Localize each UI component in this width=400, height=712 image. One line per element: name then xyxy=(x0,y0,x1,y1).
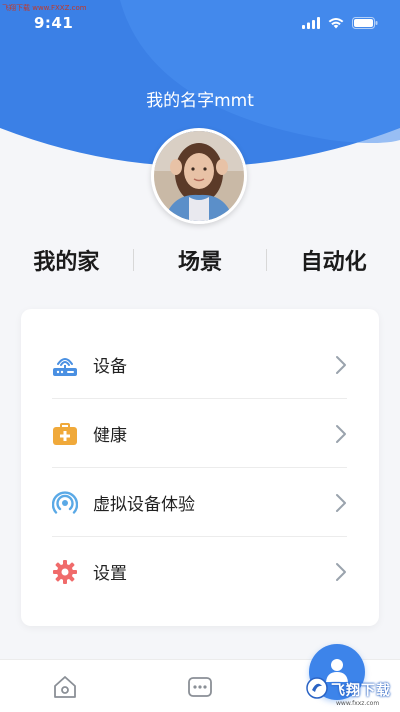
broadcast-icon xyxy=(52,490,78,516)
watermark-text: 飞翔下载 xyxy=(331,683,391,699)
menu-item-label: 设置 xyxy=(93,564,127,584)
profile-name: 我的名字mmt xyxy=(146,91,254,111)
watermark-logo-icon xyxy=(306,677,328,703)
menu-item-virtual-device[interactable]: 虚拟设备体验 xyxy=(21,468,379,537)
menu-item-devices[interactable]: 设备 xyxy=(21,330,379,399)
router-icon xyxy=(52,352,78,378)
menu-card: 设备 健康 虚拟设备体验 设置 xyxy=(21,309,379,626)
message-icon[interactable] xyxy=(187,674,213,700)
menu-item-health[interactable]: 健康 xyxy=(21,399,379,468)
medical-kit-icon xyxy=(52,421,78,447)
gear-icon xyxy=(52,559,78,585)
chevron-right-icon xyxy=(335,493,347,513)
chevron-right-icon xyxy=(335,355,347,375)
home-tabs: 我的家 场景 自动化 xyxy=(0,240,400,280)
menu-item-settings[interactable]: 设置 xyxy=(21,537,379,606)
menu-item-label: 虚拟设备体验 xyxy=(93,495,195,515)
home-icon[interactable] xyxy=(52,674,78,700)
signal-icon xyxy=(302,14,320,33)
menu-item-label: 设备 xyxy=(93,357,127,377)
wifi-icon xyxy=(328,14,344,33)
watermark-url: www.fxxz.com xyxy=(336,700,380,707)
status-bar: 9:41 xyxy=(0,0,400,46)
menu-item-label: 健康 xyxy=(93,426,127,446)
battery-icon xyxy=(352,14,378,33)
chevron-right-icon xyxy=(335,424,347,444)
tab-scenes[interactable]: 场景 xyxy=(134,244,267,276)
tab-my-home[interactable]: 我的家 xyxy=(0,244,133,276)
tab-automation[interactable]: 自动化 xyxy=(267,244,400,276)
avatar[interactable] xyxy=(151,128,247,224)
status-time: 9:41 xyxy=(34,14,74,32)
chevron-right-icon xyxy=(335,562,347,582)
watermark-badge: 飞翔下载 xyxy=(306,677,391,703)
